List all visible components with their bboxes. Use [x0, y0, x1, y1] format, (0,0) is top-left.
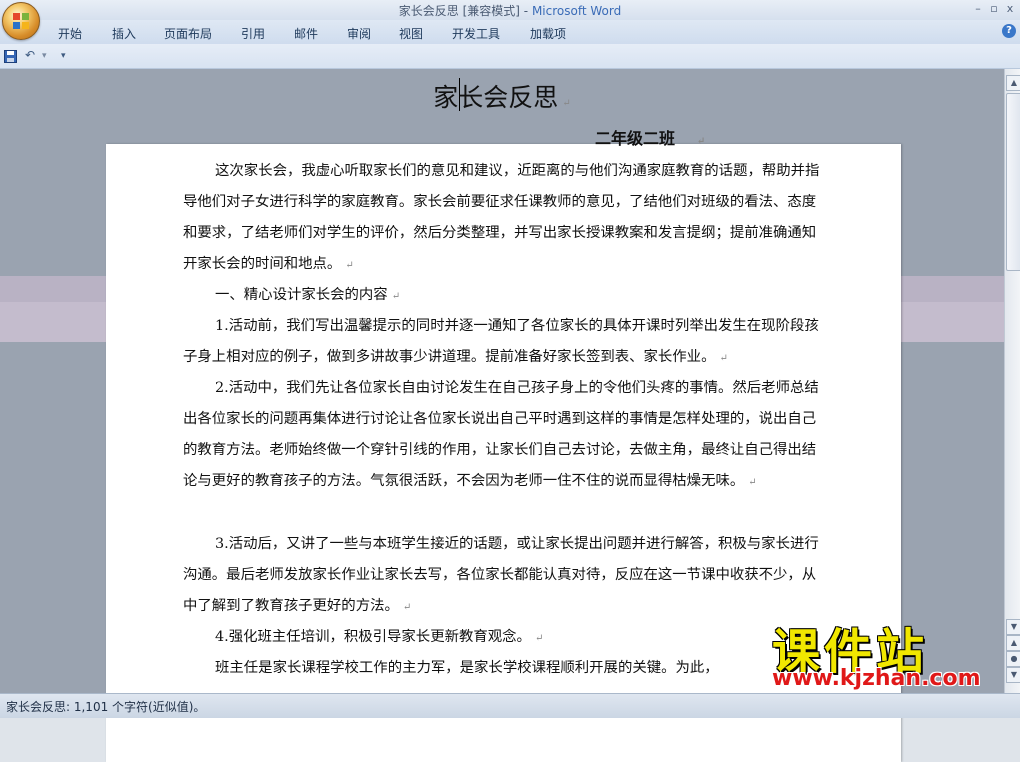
paragraph-text: 班主任是家长课程学校工作的主力军，是家长学校课程顺利开展的关键。为此， — [215, 660, 719, 676]
body-paragraph[interactable]: 2.活动中，我们先让各位家长自由讨论发生在自己孩子身上的令他们头疼的事情。然后老… — [183, 373, 828, 498]
office-button[interactable] — [2, 2, 40, 40]
close-button[interactable]: x — [1002, 2, 1018, 15]
paragraph-mark: ↵ — [402, 602, 412, 613]
scroll-thumb[interactable] — [1006, 93, 1020, 271]
select-browse-object-button[interactable]: ● — [1006, 651, 1020, 667]
body-paragraph[interactable]: 1.活动前，我们写出温馨提示的同时并逐一通知了各位家长的具体开课时列举出发生在现… — [183, 311, 828, 374]
body-paragraph[interactable]: 4.强化班主任培训，积极引导家长更新教育观念。 ↵ — [183, 622, 828, 654]
tab-page-layout[interactable]: 页面布局 — [164, 25, 212, 42]
body-paragraph[interactable]: 3.活动后，又讲了一些与本班学生接近的话题，或让家长提出问题并进行解答，积极与家… — [183, 529, 828, 623]
document-title-text: 家长会反思 — [433, 83, 559, 112]
next-page-button[interactable]: ▼ — [1006, 667, 1020, 683]
tab-references[interactable]: 引用 — [241, 25, 265, 42]
body-paragraph[interactable]: 班主任是家长课程学校工作的主力军，是家长学校课程顺利开展的关键。为此， — [183, 653, 828, 684]
tab-view[interactable]: 视图 — [399, 25, 423, 42]
office-logo-icon — [13, 13, 29, 29]
document-subtitle-text: 二年级二班 — [595, 129, 676, 148]
tab-mailings[interactable]: 邮件 — [294, 25, 318, 42]
paragraph-text: 4.强化班主任培训，积极引导家长更新教育观念。 — [215, 629, 531, 645]
paragraph-mark: ↵ — [748, 477, 757, 488]
body-paragraph[interactable]: 这次家长会，我虚心听取家长们的意见和建议，近距离的与他们沟通家庭教育的话题，帮助… — [183, 156, 828, 281]
document-name: 家长会反思 [兼容模式] — [398, 4, 520, 18]
tab-developer[interactable]: 开发工具 — [452, 25, 500, 42]
watermark-url: www.kjzhan.com — [772, 666, 981, 691]
paragraph-text: 2.活动中，我们先让各位家长自由讨论发生在自己孩子身上的令他们头疼的事情。然后老… — [183, 380, 819, 489]
paragraph-mark: ↵ — [697, 136, 706, 147]
minimize-button[interactable]: – — [970, 2, 986, 15]
scroll-up-button[interactable]: ▲ — [1006, 75, 1020, 91]
undo-dropdown-icon[interactable]: ▾ — [42, 51, 47, 61]
paragraph-mark: ↵ — [719, 353, 728, 364]
paragraph-text: 这次家长会，我虚心听取家长们的意见和建议，近距离的与他们沟通家庭教育的话题，帮助… — [183, 163, 820, 272]
application-name: Microsoft Word — [531, 4, 622, 18]
tab-insert[interactable]: 插入 — [112, 25, 136, 42]
status-bar: 家长会反思: 1,101 个字符(近似值)。 — [0, 693, 1020, 718]
window-title: 家长会反思 [兼容模式] - Microsoft Word — [0, 2, 1020, 19]
restore-button[interactable]: ▫ — [986, 2, 1002, 15]
tab-review[interactable]: 审阅 — [347, 25, 371, 42]
paragraph-text: 3.活动后，又讲了一些与本班学生接近的话题，或让家长提出问题并进行解答，积极与家… — [183, 536, 819, 614]
paragraph-text: 一、精心设计家长会的内容 — [215, 287, 388, 303]
paragraph-mark: ↵ — [534, 633, 544, 644]
previous-page-button[interactable]: ▲ — [1006, 635, 1020, 651]
paragraph-mark: ↵ — [391, 291, 401, 302]
save-icon[interactable] — [4, 50, 17, 63]
tab-home[interactable]: 开始 — [58, 25, 82, 42]
ribbon-tabs: 开始 插入 页面布局 引用 邮件 审阅 视图 开发工具 加载项 ? — [0, 20, 1020, 44]
document-subtitle[interactable]: 二年级二班 ↵ — [595, 125, 705, 149]
tab-add-ins[interactable]: 加载项 — [530, 25, 566, 42]
vertical-scrollbar[interactable]: ▲ ▼ ▲ ● ▼ — [1004, 69, 1020, 693]
paragraph-mark: ↵ — [345, 260, 354, 271]
customize-toolbar-icon[interactable]: ▾ — [61, 51, 66, 61]
word-count-status[interactable]: 家长会反思: 1,101 个字符(近似值)。 — [6, 698, 205, 715]
help-icon[interactable]: ? — [1002, 24, 1016, 38]
scroll-down-button[interactable]: ▼ — [1006, 619, 1020, 635]
quick-access-toolbar: ↶ ▾ ▾ — [0, 44, 1020, 69]
document-title[interactable]: 家长会反思 ↵ — [0, 78, 1004, 114]
title-separator: - — [519, 4, 532, 18]
paragraph-mark: ↵ — [562, 98, 571, 109]
undo-icon[interactable]: ↶ — [25, 48, 35, 62]
title-bar: 家长会反思 [兼容模式] - Microsoft Word – ▫ x — [0, 0, 1020, 21]
section-heading[interactable]: 一、精心设计家长会的内容 ↵ — [183, 280, 828, 312]
